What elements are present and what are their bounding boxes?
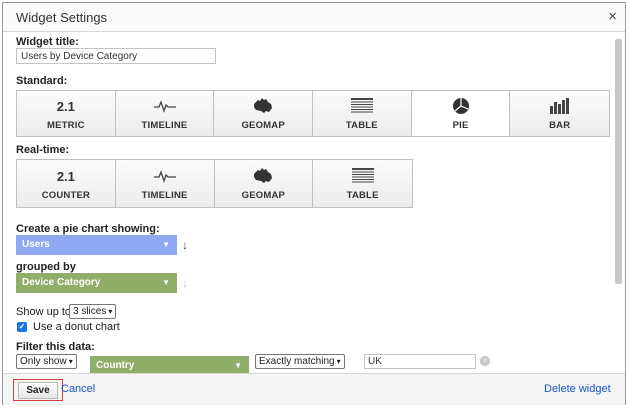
filter-match-value: Exactly matching bbox=[259, 356, 335, 367]
donut-label: Use a donut chart bbox=[33, 321, 120, 333]
metric-icon: 2.1 bbox=[56, 98, 75, 114]
widget-settings-dialog: Widget Settings × Widget title: Users by… bbox=[2, 2, 626, 405]
bar-icon bbox=[549, 96, 570, 116]
chevron-down-icon: ▾ bbox=[336, 357, 341, 366]
save-button[interactable]: Save bbox=[18, 381, 58, 399]
filter-value-input[interactable]: UK bbox=[364, 354, 476, 369]
standard-table-label: TABLE bbox=[345, 120, 378, 131]
standard-metric-label: METRIC bbox=[47, 120, 85, 131]
widget-title-label: Widget title: bbox=[16, 36, 79, 48]
widget-title-input[interactable]: Users by Device Category bbox=[16, 48, 216, 64]
geomap-icon bbox=[252, 166, 274, 186]
slices-select-value: 3 slices bbox=[73, 306, 107, 317]
chevron-down-icon: ▼ bbox=[234, 361, 242, 370]
standard-geomap-option[interactable]: GEOMAP bbox=[214, 91, 314, 136]
scrollbar[interactable] bbox=[615, 39, 622, 284]
standard-timeline-option[interactable]: TIMELINE bbox=[116, 91, 215, 136]
standard-bar-label: BAR bbox=[549, 120, 571, 131]
group-dimension-dropdown[interactable]: Device Category ▼ bbox=[16, 273, 177, 293]
realtime-timeline-option[interactable]: TIMELINE bbox=[116, 160, 215, 207]
pie-metric-value: Users bbox=[22, 239, 50, 250]
realtime-label: Real-time: bbox=[16, 144, 70, 156]
filter-label: Filter this data: bbox=[16, 341, 95, 353]
counter-icon: 2.1 bbox=[56, 168, 75, 184]
dialog-title: Widget Settings bbox=[16, 10, 108, 25]
filter-dimension-value: Country bbox=[96, 360, 135, 371]
realtime-counter-option[interactable]: 2.1 COUNTER bbox=[17, 160, 116, 207]
sort-arrow-icon[interactable]: ↓ bbox=[182, 238, 188, 252]
dialog-footer: Save Cancel Delete widget bbox=[3, 373, 625, 405]
group-dimension-value: Device Category bbox=[22, 277, 101, 288]
pie-metric-dropdown[interactable]: Users ▼ bbox=[16, 235, 177, 255]
save-button-highlight: Save bbox=[13, 379, 63, 401]
dialog-titlebar: Widget Settings × bbox=[3, 3, 625, 32]
realtime-widget-types: 2.1 COUNTER TIMELINE GEOMAP TABLE bbox=[16, 159, 413, 208]
close-icon[interactable]: × bbox=[608, 8, 617, 25]
pie-metric-label: Create a pie chart showing: bbox=[16, 223, 160, 235]
sort-arrow-icon[interactable]: ↓ bbox=[182, 276, 188, 290]
chevron-down-icon: ▾ bbox=[108, 307, 113, 316]
standard-pie-label: PIE bbox=[452, 120, 469, 131]
standard-geomap-label: GEOMAP bbox=[241, 120, 285, 131]
filter-match-select[interactable]: Exactly matching ▾ bbox=[255, 354, 345, 369]
realtime-geomap-option[interactable]: GEOMAP bbox=[215, 160, 314, 207]
clear-icon[interactable]: × bbox=[480, 356, 490, 366]
pie-icon bbox=[452, 96, 470, 116]
standard-bar-option[interactable]: BAR bbox=[510, 91, 609, 136]
timeline-icon bbox=[153, 166, 177, 186]
geomap-icon bbox=[252, 96, 274, 116]
grouped-by-label: grouped by bbox=[16, 261, 76, 273]
chevron-down-icon: ▼ bbox=[162, 240, 170, 249]
realtime-table-option[interactable]: TABLE bbox=[313, 160, 412, 207]
standard-pie-option[interactable]: PIE bbox=[411, 91, 511, 136]
standard-table-option[interactable]: TABLE bbox=[313, 91, 412, 136]
realtime-table-label: TABLE bbox=[346, 190, 379, 201]
filter-mode-value: Only show bbox=[20, 356, 67, 367]
donut-checkbox[interactable]: ✓ bbox=[17, 322, 27, 332]
timeline-icon bbox=[153, 96, 177, 116]
cancel-link[interactable]: Cancel bbox=[61, 383, 95, 395]
standard-label: Standard: bbox=[16, 75, 68, 87]
standard-timeline-label: TIMELINE bbox=[141, 120, 188, 131]
standard-metric-option[interactable]: 2.1 METRIC bbox=[17, 91, 116, 136]
realtime-counter-label: COUNTER bbox=[41, 190, 91, 201]
realtime-timeline-label: TIMELINE bbox=[141, 190, 188, 201]
chevron-down-icon: ▾ bbox=[68, 357, 73, 366]
table-icon bbox=[351, 166, 374, 186]
show-up-to-label: Show up to bbox=[16, 306, 72, 318]
filter-dimension-dropdown[interactable]: Country ▼ bbox=[90, 356, 249, 373]
chevron-down-icon: ▼ bbox=[162, 278, 170, 287]
slices-select[interactable]: 3 slices ▾ bbox=[69, 304, 117, 319]
dialog-content: Widget title: Users by Device Category S… bbox=[3, 32, 613, 373]
filter-mode-select[interactable]: Only show ▾ bbox=[16, 354, 77, 369]
table-icon bbox=[350, 96, 373, 116]
standard-widget-types: 2.1 METRIC TIMELINE GEOMAP TABLE PIE BAR bbox=[16, 90, 610, 137]
realtime-geomap-label: GEOMAP bbox=[241, 190, 286, 201]
delete-widget-link[interactable]: Delete widget bbox=[544, 383, 611, 395]
